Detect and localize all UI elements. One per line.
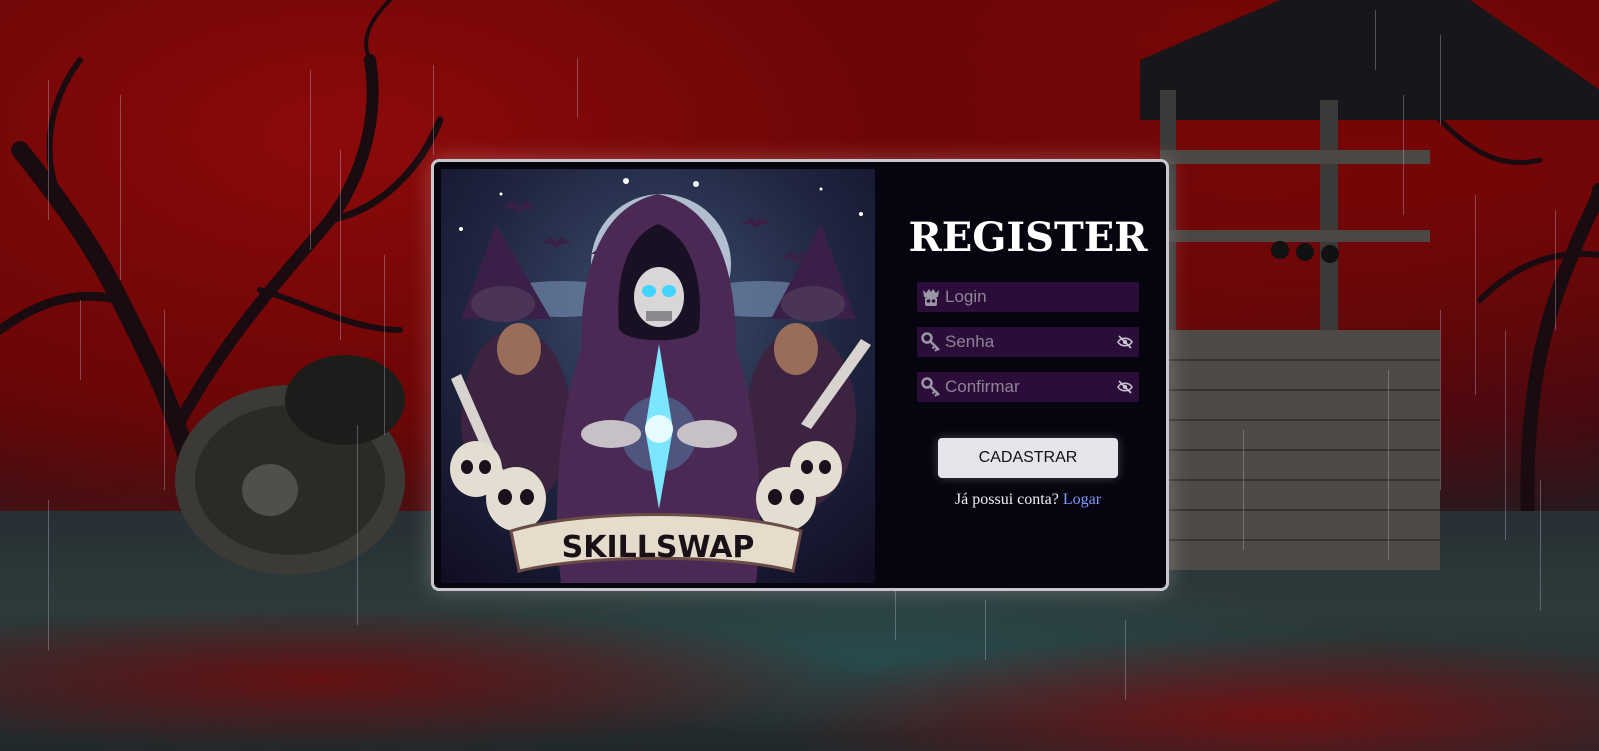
skillswap-logo-text: SKILLSWAP	[562, 530, 755, 565]
register-form: REGISTER Login CADASTRAR Já possui conta…	[898, 162, 1158, 588]
login-link[interactable]: Logar	[1063, 491, 1101, 508]
eye-slash-icon[interactable]	[1117, 335, 1133, 349]
confirm-password-input[interactable]	[917, 372, 1139, 402]
confirm-password-field	[917, 372, 1139, 402]
login-input[interactable]	[917, 282, 1139, 312]
register-submit-button[interactable]: CADASTRAR	[938, 438, 1118, 478]
register-modal: SKILLSWAP REGISTER Login CADASTRAR Já po…	[431, 159, 1169, 591]
password-input[interactable]	[917, 327, 1139, 357]
login-prompt: Já possui conta? Logar	[955, 491, 1101, 509]
skillswap-artwork: SKILLSWAP	[441, 169, 875, 583]
has-account-text: Já possui conta?	[954, 491, 1059, 508]
page-title: REGISTER	[908, 214, 1148, 261]
login-field	[917, 282, 1139, 312]
password-field	[917, 327, 1139, 357]
eye-slash-icon[interactable]	[1117, 380, 1133, 394]
